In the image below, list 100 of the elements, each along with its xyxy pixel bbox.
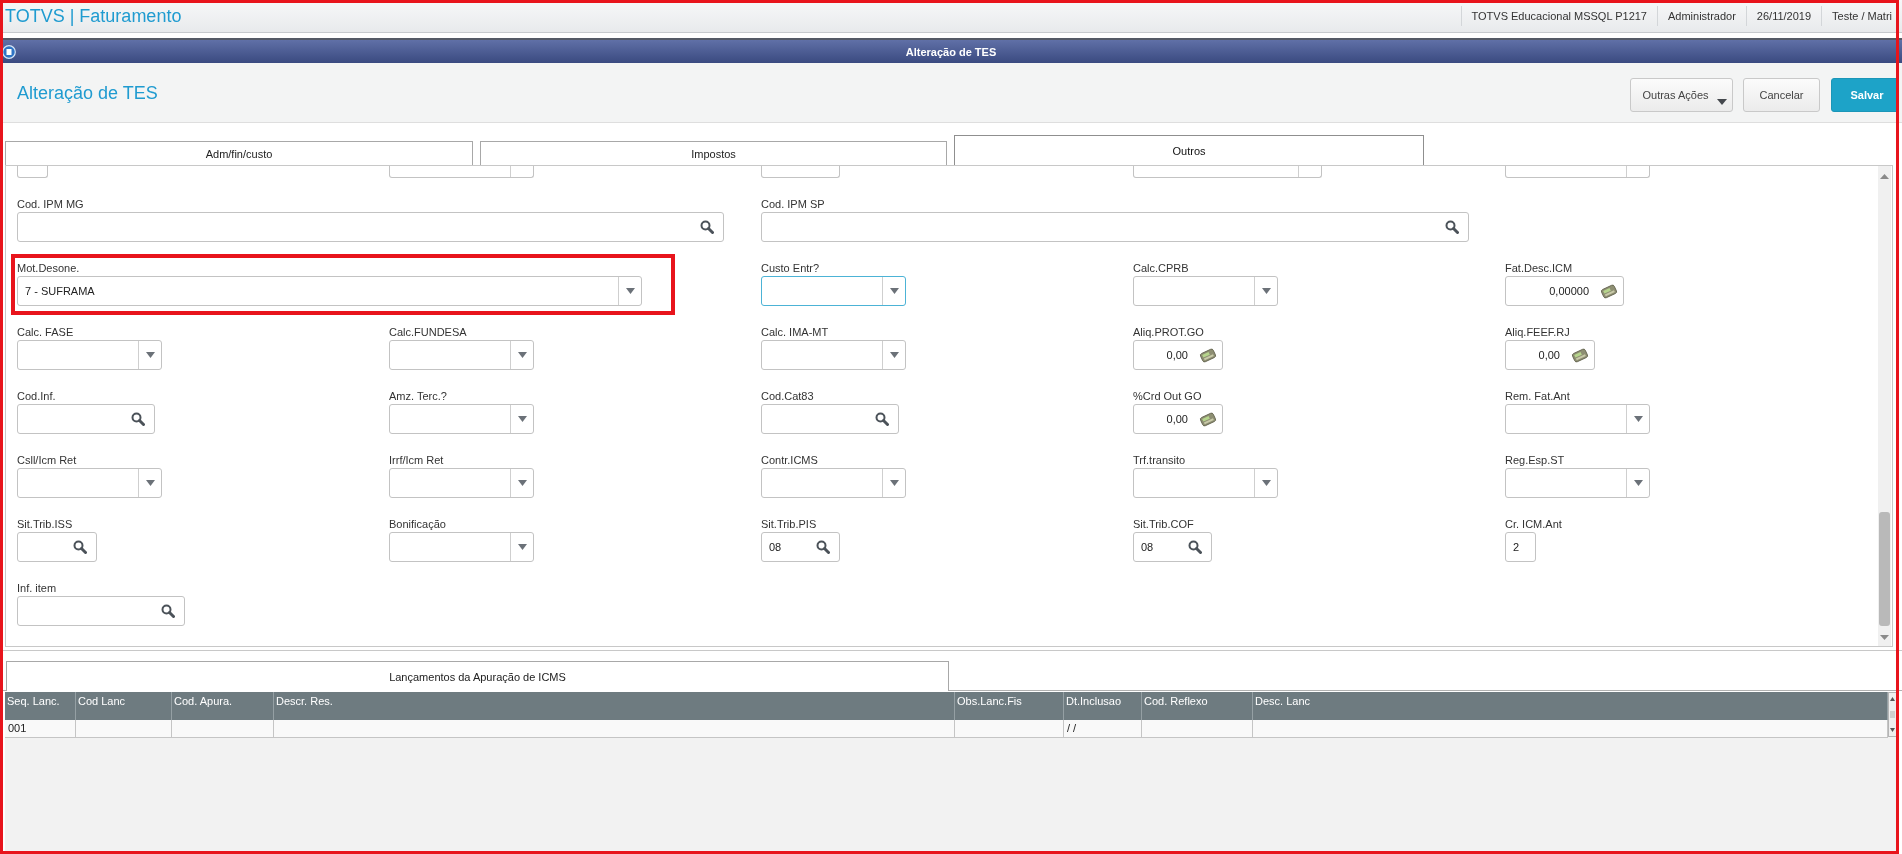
input-field[interactable] xyxy=(17,166,48,178)
search-field[interactable] xyxy=(761,212,1469,242)
caret-icon[interactable] xyxy=(145,480,155,486)
window-title: Alteração de TES xyxy=(905,45,997,58)
dropdown-field[interactable] xyxy=(1505,166,1650,178)
search-icon[interactable] xyxy=(161,604,175,618)
environment-label: TOTVS Educacional MSSQL P1217 xyxy=(1460,6,1657,26)
field-label: Calc. FASE xyxy=(17,325,74,340)
search-icon[interactable] xyxy=(816,540,830,554)
dropdown-field[interactable] xyxy=(761,340,906,370)
field-label: Cr. ICM.Ant xyxy=(1505,517,1562,532)
caret-icon[interactable] xyxy=(1261,288,1271,294)
search-icon[interactable] xyxy=(1445,220,1459,234)
date-label: 26/11/2019 xyxy=(1745,6,1822,26)
number-field[interactable]: 0,00 xyxy=(1133,404,1223,434)
tab[interactable]: Outros xyxy=(954,135,1424,165)
input-field[interactable]: 2 xyxy=(1505,532,1536,562)
tab[interactable]: Impostos xyxy=(480,141,947,165)
caret-icon[interactable] xyxy=(625,288,635,294)
dropdown-field[interactable] xyxy=(389,404,534,434)
tab[interactable]: Adm/fin/custo xyxy=(5,141,473,165)
dropdown-field[interactable]: 7 - SUFRAMA xyxy=(17,276,642,306)
search-icon[interactable] xyxy=(73,540,87,554)
caret-icon[interactable] xyxy=(517,544,527,550)
search-field[interactable] xyxy=(17,404,155,434)
dropdown-field[interactable] xyxy=(389,532,534,562)
scrollbar-thumb[interactable] xyxy=(1879,512,1890,626)
tab[interactable]: Lançamentos da Apuração de ICMS xyxy=(6,661,949,691)
search-field[interactable] xyxy=(17,532,97,562)
field-label: Calc.CPRB xyxy=(1133,261,1189,276)
search-field[interactable]: 08 xyxy=(761,532,840,562)
search-field[interactable] xyxy=(17,596,185,626)
dropdown-field[interactable] xyxy=(389,468,534,498)
number-field[interactable]: 0,00 xyxy=(1133,340,1223,370)
field-label: Aliq.FEEF.RJ xyxy=(1505,325,1570,340)
caret-icon[interactable] xyxy=(1261,480,1271,486)
field-label: Cod. IPM MG xyxy=(17,197,84,212)
search-field[interactable] xyxy=(761,404,899,434)
field-label: %Crd Out GO xyxy=(1133,389,1202,404)
field-label: Mot.Desone. xyxy=(17,261,80,276)
field-label: Calc.FUNDESA xyxy=(389,325,467,340)
field-label: Inf. item xyxy=(17,581,57,596)
caret-icon[interactable] xyxy=(517,480,527,486)
field-label: Cod.Inf. xyxy=(17,389,56,404)
search-field[interactable] xyxy=(761,166,840,178)
caret-icon[interactable] xyxy=(889,480,899,486)
caret-icon[interactable] xyxy=(1633,480,1643,486)
field-label: Cod. IPM SP xyxy=(761,197,825,212)
field-label: Custo Entr? xyxy=(761,261,820,276)
caret-icon[interactable] xyxy=(1633,416,1643,422)
caret-icon[interactable] xyxy=(889,352,899,358)
field-label: Fat.Desc.ICM xyxy=(1505,261,1573,276)
caret-icon[interactable] xyxy=(517,416,527,422)
scroll-up-icon[interactable] xyxy=(1880,174,1889,179)
search-field[interactable] xyxy=(17,212,724,242)
dropdown-field[interactable] xyxy=(761,468,906,498)
field-label: Sit.Trib.PIS xyxy=(761,517,817,532)
dropdown-field[interactable] xyxy=(17,468,162,498)
dropdown-field[interactable] xyxy=(1133,276,1278,306)
caret-icon[interactable] xyxy=(517,352,527,358)
search-icon[interactable] xyxy=(131,412,145,426)
number-field[interactable]: 0,00 xyxy=(1505,340,1595,370)
field-label: Aliq.PROT.GO xyxy=(1133,325,1204,340)
field-label: Calc. IMA-MT xyxy=(761,325,829,340)
number-field[interactable]: 0,00000 xyxy=(1505,276,1624,306)
field-label: Contr.ICMS xyxy=(761,453,818,468)
user-label: Administrador xyxy=(1657,6,1746,26)
dropdown-field[interactable] xyxy=(17,340,162,370)
grid-scrollbar[interactable] xyxy=(1888,692,1897,737)
search-icon[interactable] xyxy=(700,220,714,234)
table-cell: 001 xyxy=(5,720,76,737)
cancel-button[interactable]: Cancelar xyxy=(1743,78,1820,112)
field-label: Rem. Fat.Ant xyxy=(1505,389,1570,404)
app-title: TOTVS | Faturamento xyxy=(4,5,182,28)
field-label: Sit.Trib.ISS xyxy=(17,517,73,532)
field-label: Irrf/Icm Ret xyxy=(389,453,444,468)
caret-icon[interactable] xyxy=(889,288,899,294)
caret-icon[interactable] xyxy=(145,352,155,358)
scroll-down-icon[interactable] xyxy=(1880,635,1889,640)
field-label: Reg.Esp.ST xyxy=(1505,453,1565,468)
field-label: Trf.transito xyxy=(1133,453,1186,468)
dropdown-field[interactable] xyxy=(1133,166,1322,178)
more-actions-button[interactable]: Outras Ações xyxy=(1630,78,1733,112)
dropdown-field[interactable] xyxy=(389,340,534,370)
dropdown-field[interactable] xyxy=(1505,468,1650,498)
branch-label: Teste / Matri xyxy=(1821,6,1892,26)
table-cell: / / xyxy=(1064,720,1142,737)
dropdown-field[interactable] xyxy=(389,166,534,178)
page-title: Alteração de TES xyxy=(16,82,158,105)
field-label: Amz. Terc.? xyxy=(389,389,447,404)
dropdown-field[interactable] xyxy=(1133,468,1278,498)
dropdown-field[interactable] xyxy=(761,276,906,306)
scrollbar[interactable] xyxy=(1878,166,1891,646)
dropdown-field[interactable] xyxy=(1505,404,1650,434)
search-field[interactable]: 08 xyxy=(1133,532,1212,562)
caret-icon xyxy=(1717,99,1727,105)
search-icon[interactable] xyxy=(875,412,889,426)
field-label: Bonificação xyxy=(389,517,446,532)
search-icon[interactable] xyxy=(1188,540,1202,554)
field-label: Cod.Cat83 xyxy=(761,389,814,404)
